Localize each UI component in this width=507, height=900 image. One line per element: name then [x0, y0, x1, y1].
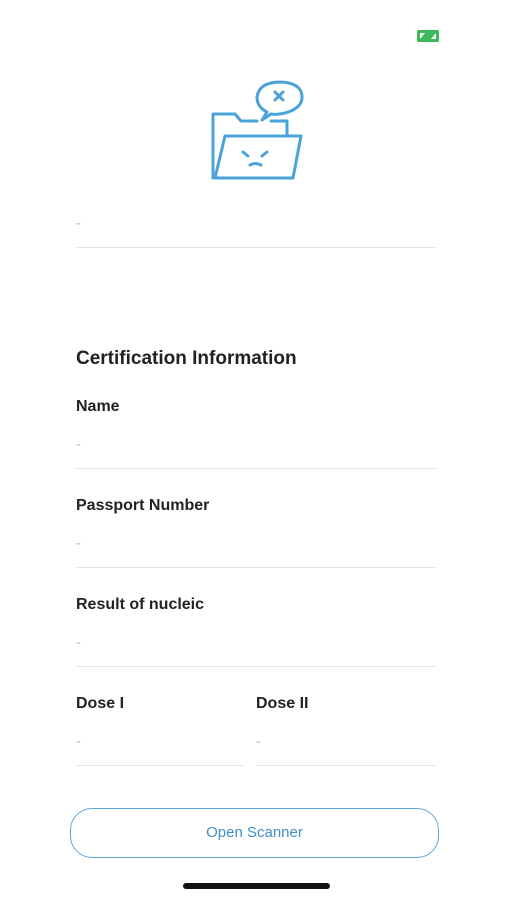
dose1-divider: [76, 765, 244, 766]
sad-folder-icon: [207, 78, 307, 184]
section-title: Certification Information: [76, 348, 297, 369]
top-field-value: -: [76, 215, 81, 232]
dose2-divider: [256, 765, 436, 766]
home-indicator[interactable]: [183, 883, 330, 889]
name-divider: [76, 468, 436, 469]
dose1-label: Dose I: [76, 695, 125, 712]
nucleic-value: -: [76, 634, 81, 651]
name-value: -: [76, 436, 81, 453]
expand-arrows-icon[interactable]: [417, 29, 439, 42]
passport-label: Passport Number: [76, 497, 210, 514]
top-field-divider: [76, 247, 436, 248]
passport-divider: [76, 567, 436, 568]
passport-value: -: [76, 535, 81, 552]
name-label: Name: [76, 398, 120, 415]
dose2-value: -: [256, 733, 261, 750]
dose2-label: Dose II: [256, 695, 309, 712]
open-scanner-button[interactable]: Open Scanner: [70, 808, 439, 858]
nucleic-label: Result of nucleic: [76, 596, 205, 613]
dose1-value: -: [76, 733, 81, 750]
nucleic-divider: [76, 666, 436, 667]
